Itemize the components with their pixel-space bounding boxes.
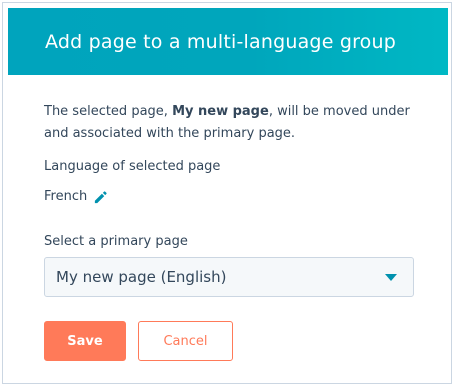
modal-header: Add page to a multi-language group (8, 8, 448, 75)
description-prefix: The selected page, (44, 104, 173, 119)
caret-down-icon (385, 274, 397, 281)
selected-page-name: My new page (172, 104, 269, 119)
save-button[interactable]: Save (44, 321, 126, 361)
cancel-button[interactable]: Cancel (138, 321, 233, 361)
pencil-icon[interactable] (93, 190, 108, 205)
modal-description: The selected page, My new page, will be … (44, 101, 424, 145)
language-value: French (44, 189, 88, 204)
primary-page-select[interactable]: My new page (English) (44, 257, 414, 297)
primary-page-label: Select a primary page (44, 234, 188, 249)
primary-page-value: My new page (English) (56, 268, 227, 286)
modal-title: Add page to a multi-language group (45, 31, 397, 53)
multi-language-modal: Add page to a multi-language group The s… (2, 2, 452, 384)
language-label: Language of selected page (44, 159, 221, 174)
language-value-row: French (44, 188, 108, 206)
